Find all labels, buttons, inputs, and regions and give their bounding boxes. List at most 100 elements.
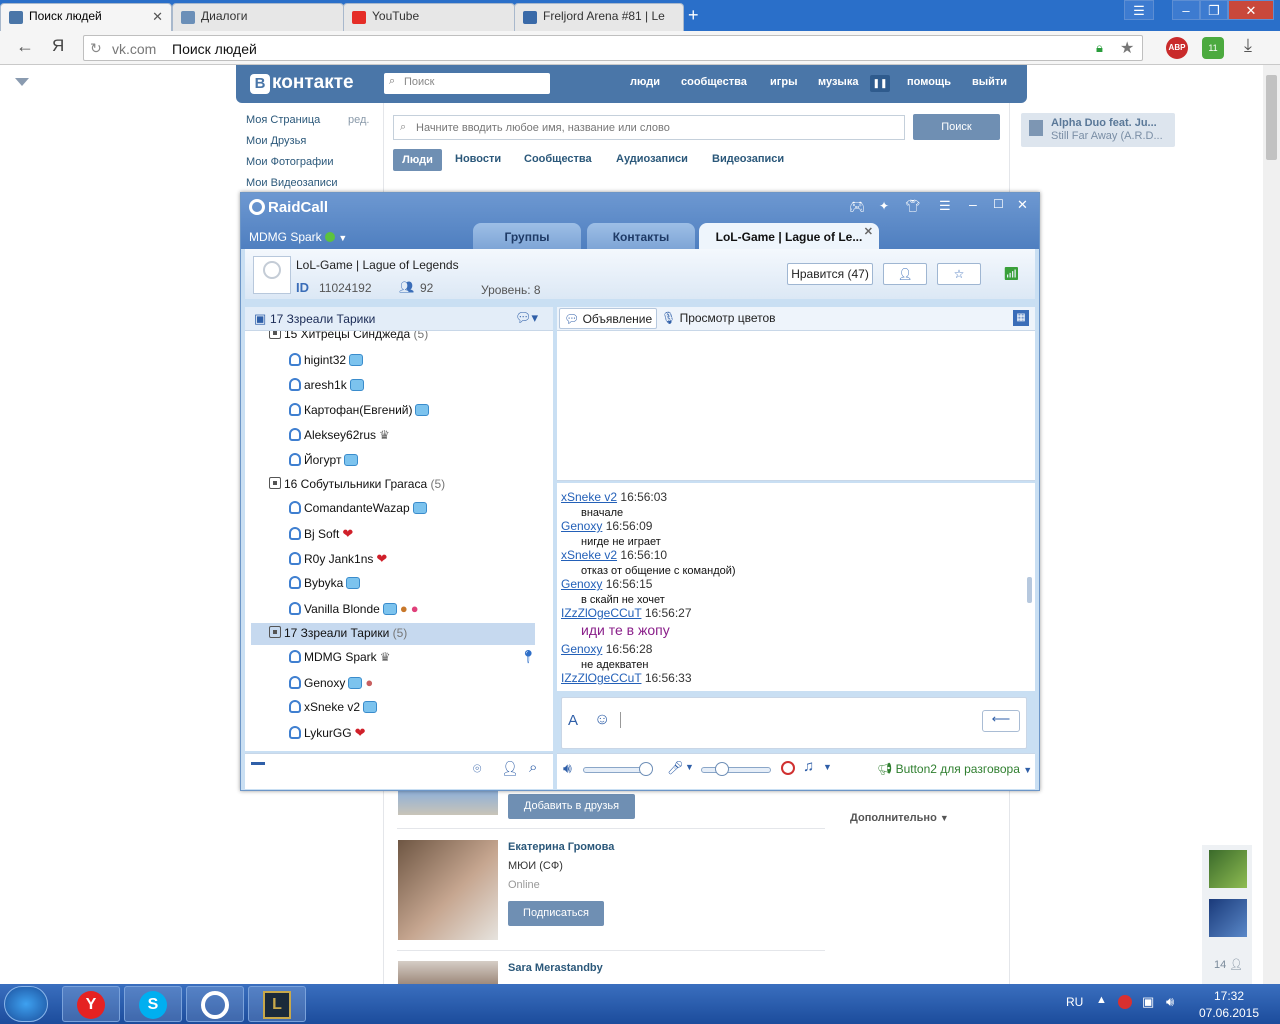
tree-user[interactable]: Bj Soft ❤ [289,526,353,542]
vk-search-input[interactable]: ⌕ Поиск [384,73,550,94]
menu-my-friends[interactable]: Мои Друзья [246,135,306,147]
tree-user[interactable]: MDMG Spark ♛ [289,650,390,664]
raidcall-user[interactable]: MDMG Spark ▼ [249,230,347,244]
edit-link[interactable]: ред. [348,114,369,126]
vk-logo[interactable]: Вконтакте [250,72,354,94]
nav-games[interactable]: игры [770,76,797,88]
font-icon[interactable]: A [568,712,578,729]
minimize-icon[interactable]: – [1172,0,1200,20]
tab-contacts[interactable]: Контакты [587,223,695,249]
mini-player[interactable]: Alpha Duo feat. Ju... Still Far Away (A.… [1021,113,1175,147]
dropdown-arrow-icon[interactable]: ▼ [685,762,694,772]
nav-logout[interactable]: выйти [972,76,1007,88]
adblock-icon[interactable]: ABP [1166,37,1188,59]
mic-muted-icon[interactable]: 🎤︎ [667,760,684,776]
send-button[interactable]: ⟵ [982,710,1020,732]
tree-group-active[interactable]: 17 Ззреали Тарики (5) [269,626,407,640]
tab-youtube[interactable]: YouTube [343,3,515,31]
person-photo[interactable] [398,791,498,815]
more-filters[interactable]: Дополнительно ▼ [850,812,949,824]
nav-music[interactable]: музыка [818,76,858,88]
tab-search-people[interactable]: Поиск людей ✕ [0,3,172,31]
close-icon[interactable]: ✕ [1017,197,1028,213]
group-avatar[interactable] [253,256,291,294]
menu-my-videos[interactable]: Мои Видеозаписи [246,177,338,189]
tree-user[interactable]: aresh1k [289,378,364,392]
taskbar-yandex-browser[interactable]: Y [62,986,120,1022]
music-icon[interactable]: ♫ [803,758,814,775]
view-colors-button[interactable]: 🎙︎ Просмотр цветов [661,311,776,325]
play-icon[interactable] [1029,120,1043,136]
tray-alert-icon[interactable] [1118,995,1132,1009]
clock-time[interactable]: 17:32 [1204,989,1254,1003]
tree-user[interactable]: R0y Jank1ns ❤ [289,551,387,567]
maximize-icon[interactable]: ☐ [993,197,1004,211]
close-tab-icon[interactable]: ✕ [864,225,873,238]
user-search-icon[interactable]: 👤︎ [501,760,519,777]
message-input[interactable]: A ☺ ⟵ [561,697,1027,749]
search-icon[interactable]: ⌕ [529,759,537,776]
network-icon[interactable]: ▣ [1142,994,1154,1010]
taskbar-skype[interactable]: S [124,986,182,1022]
gamepad-icon[interactable]: 🎮︎ [849,199,866,215]
tree-user[interactable]: LykurGG ❤ [289,725,365,741]
taskbar-league-of-legends[interactable]: L [248,986,306,1022]
favorite-button[interactable]: ☆ [937,263,981,285]
volume-slider-handle[interactable] [639,762,653,776]
subscribe-button[interactable]: Подписаться [508,901,604,926]
clock-date[interactable]: 07.06.2015 [1198,1006,1260,1020]
friend-avatar[interactable] [1209,899,1247,937]
like-button[interactable]: Нравится (47) [787,263,873,285]
new-tab-icon[interactable]: + [688,5,699,26]
nav-communities[interactable]: сообщества [681,76,747,88]
person-photo[interactable] [398,840,498,940]
tab-video[interactable]: Видеозаписи [712,153,784,165]
chat-scrollbar-thumb[interactable] [1027,577,1032,603]
voice-mode-selector[interactable]: 📢︎ Button2 для разговора ▼ [877,762,1032,776]
scrollbar-thumb[interactable] [1266,75,1277,160]
channel-menu-icon[interactable]: 💬︎▾ [515,310,538,326]
search-button[interactable]: Поиск [913,114,1000,140]
browser-menu-icon[interactable]: ☰ [1124,0,1154,20]
tree-group[interactable]: 15 Хитрецы Синджеда (5) [269,331,428,341]
tab-news[interactable]: Новости [455,153,501,165]
person-name[interactable]: Екатерина Громова [508,841,614,853]
add-user-button[interactable]: 👤︎ [883,263,927,285]
extension-icon[interactable]: 11 [1202,37,1224,59]
dropdown-arrow-icon[interactable]: ▼ [823,762,832,772]
people-search-input[interactable]: ⌕ Начните вводить любое имя, название ил… [393,115,905,140]
tab-people[interactable]: Люди [393,149,442,171]
star-icon[interactable]: ★ [1120,38,1134,58]
tree-user[interactable]: Genoxy ● [289,675,373,690]
settings-icon[interactable]: ☰ [939,198,951,214]
download-icon[interactable]: ⤓ [1244,35,1252,56]
close-window-icon[interactable]: ✕ [1228,0,1274,20]
pause-icon[interactable]: ❚❚ [870,75,890,92]
collapse-icon[interactable] [251,762,265,765]
tab-communities[interactable]: Сообщества [524,153,592,165]
nav-people[interactable]: люди [630,76,660,88]
menu-my-photos[interactable]: Мои Фотографии [246,156,333,168]
add-friend-button[interactable]: Добавить в друзья [508,794,635,819]
reload-icon[interactable]: ↻ [90,40,102,57]
tree-user[interactable]: Картофан(Евгений) [289,403,430,417]
announcement-button[interactable]: 💬︎ Объявление [559,308,658,329]
nav-help[interactable]: помощь [907,76,951,88]
calendar-icon[interactable]: ▦ [1013,310,1029,326]
tree-user[interactable]: xSneke v2 [289,700,378,714]
language-indicator[interactable]: RU [1066,995,1083,1009]
person-name[interactable]: Sara Merastandby [508,962,603,974]
tree-user[interactable]: Bybyka [289,576,361,590]
tree-user[interactable]: Vanilla Blonde ● ● [289,601,419,616]
mic-slider[interactable] [701,767,771,773]
restore-icon[interactable]: ❐ [1200,0,1228,20]
tab-dialogs[interactable]: Диалоги [172,3,344,31]
tree-group[interactable]: 16 Собутыльники Граrаса (5) [269,477,445,491]
tab-freljord-arena[interactable]: Freljord Arena #81 | Le [514,3,684,31]
start-button[interactable] [4,986,48,1022]
location-icon[interactable]: ⌾ [473,760,481,777]
close-tab-icon[interactable]: ✕ [152,9,163,25]
emoji-icon[interactable]: ☺ [594,711,610,729]
volume-icon[interactable]: 🔊︎ [1166,994,1174,1010]
speaker-icon[interactable]: 🔊︎ [563,760,572,777]
